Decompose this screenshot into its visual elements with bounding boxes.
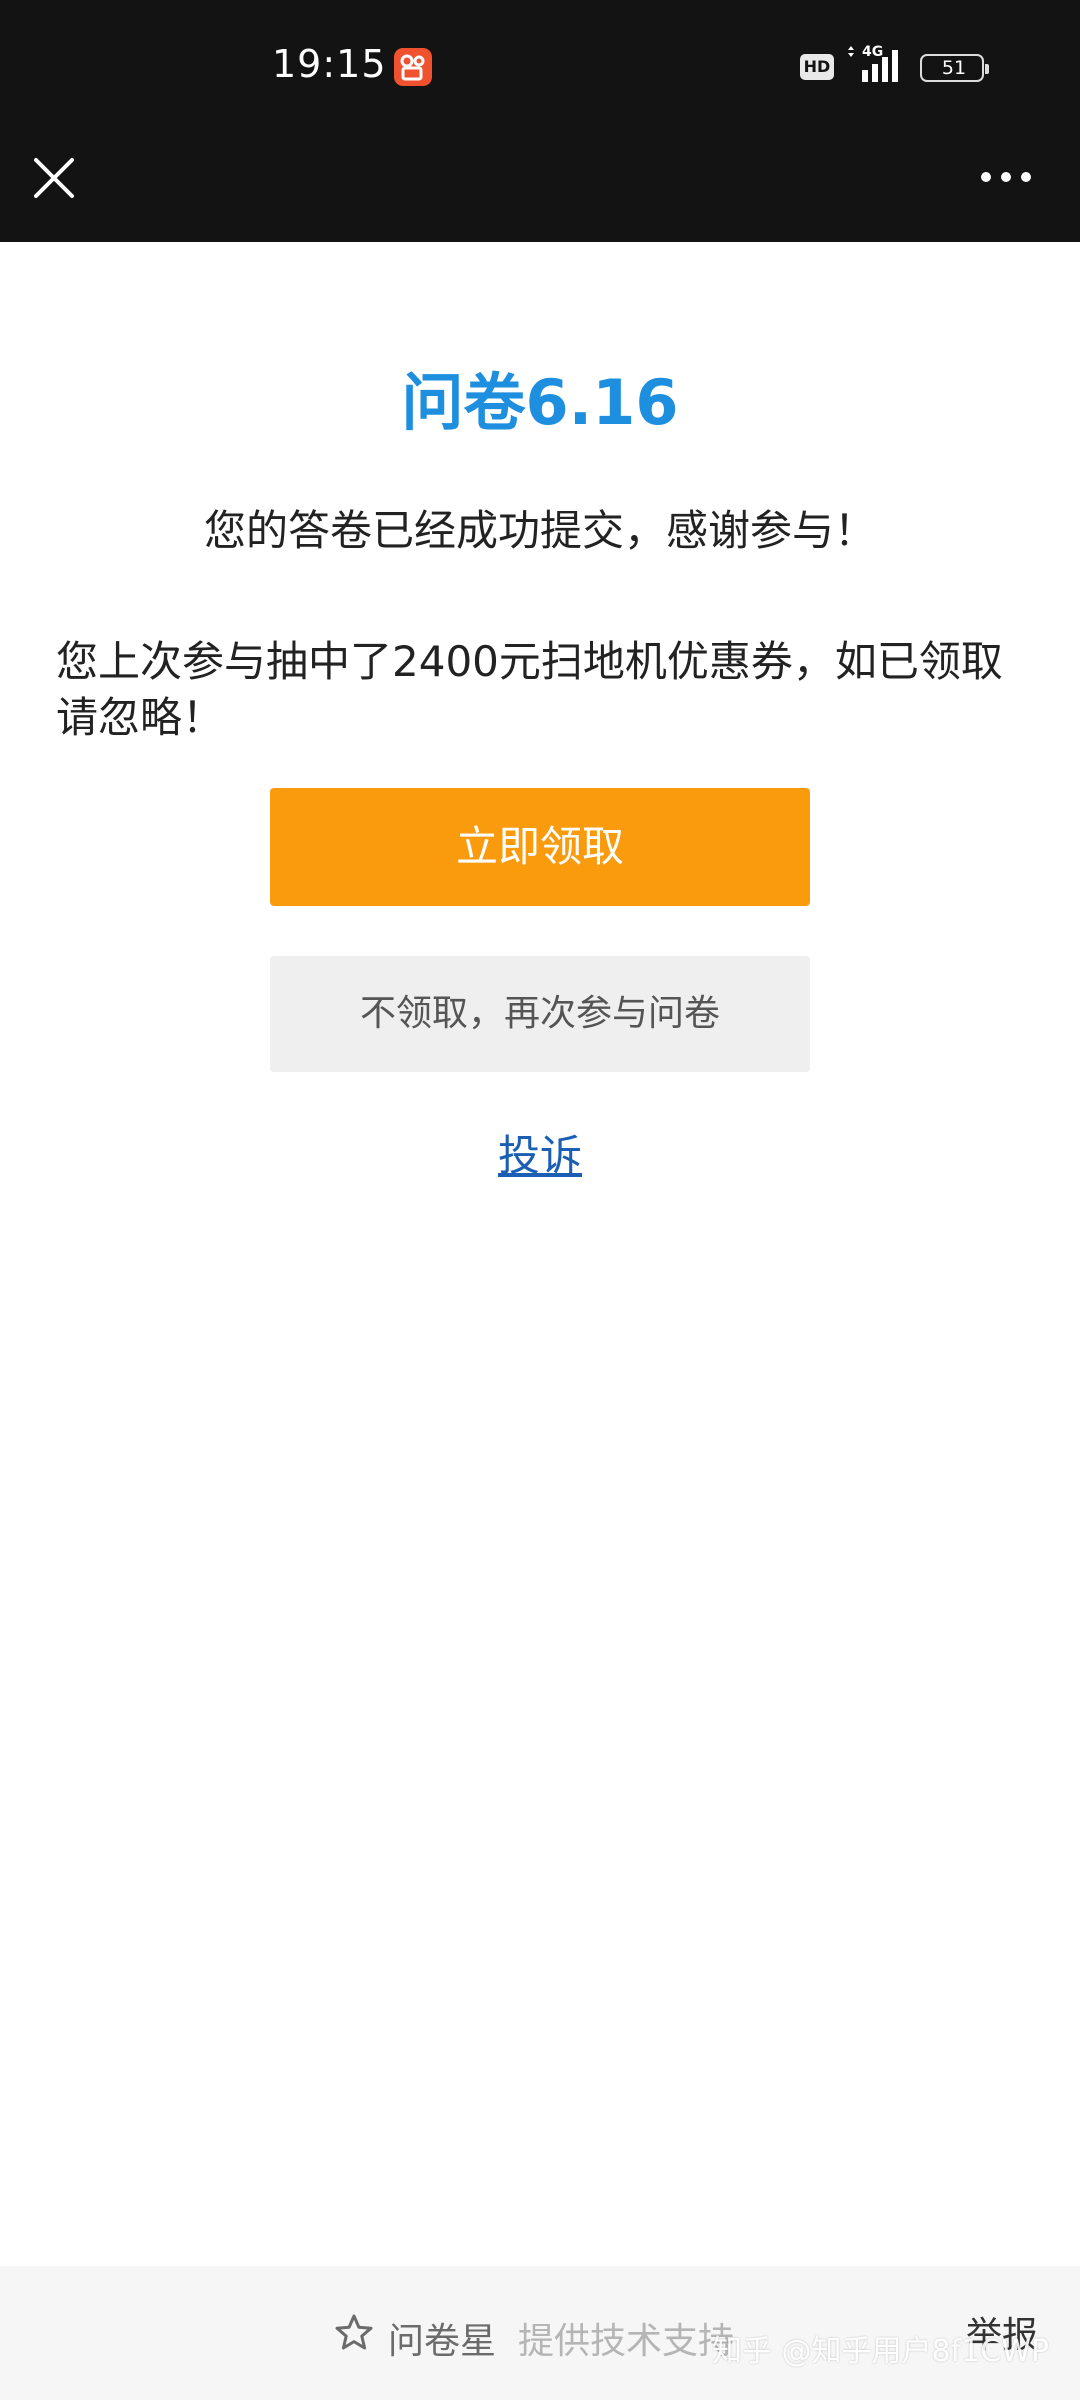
close-icon bbox=[34, 158, 74, 198]
retry-survey-button[interactable]: 不领取，再次参与问卷 bbox=[270, 956, 810, 1072]
signal-strength-icon bbox=[848, 46, 898, 82]
status-bar: 19:15 HD 4G 51 bbox=[0, 0, 1080, 135]
battery-level: 51 bbox=[941, 57, 967, 79]
more-icon bbox=[981, 172, 1031, 182]
nav-bar bbox=[0, 135, 1080, 242]
footer-brand[interactable]: 问卷星 bbox=[388, 2312, 496, 2364]
kuaishou-app-icon bbox=[394, 48, 432, 86]
success-message: 您的答卷已经成功提交，感谢参与！ bbox=[203, 506, 876, 555]
footer-support-text: 提供技术支持 bbox=[518, 2321, 735, 2362]
status-time: 19:15 bbox=[272, 42, 387, 86]
notice-message: 您上次参与抽中了2400元扫地机优惠券，如已领取请忽略！ bbox=[56, 637, 1003, 742]
claim-now-button[interactable]: 立即领取 bbox=[270, 788, 810, 906]
hd-badge: HD bbox=[800, 54, 834, 80]
close-button[interactable] bbox=[22, 136, 86, 220]
watermark: 知乎 @知乎用户8f1CWP bbox=[712, 2334, 1049, 2369]
star-icon bbox=[335, 2314, 373, 2350]
page-title: 问卷6.16 bbox=[401, 366, 679, 439]
battery-icon: 51 bbox=[920, 54, 989, 82]
more-button[interactable] bbox=[966, 146, 1046, 208]
complaint-link[interactable]: 投诉 bbox=[498, 1131, 582, 1180]
complaint-link-row: 投诉 bbox=[0, 1122, 1080, 1183]
